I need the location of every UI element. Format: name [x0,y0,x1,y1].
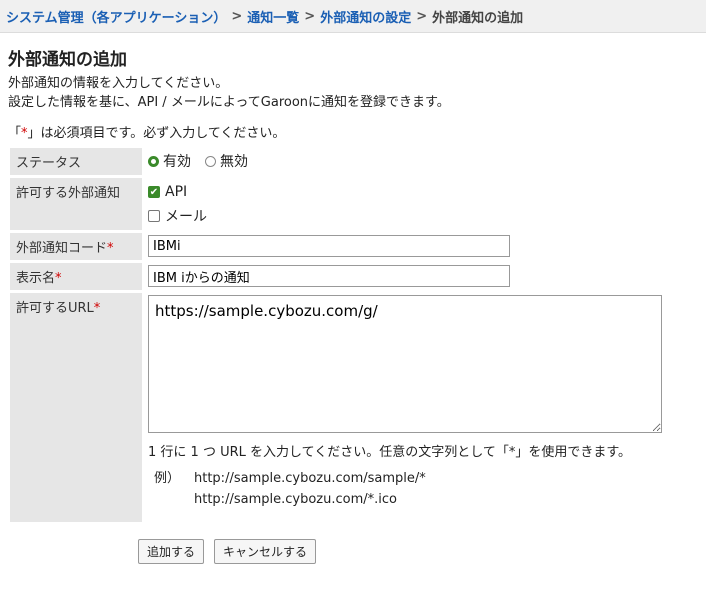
description-line-1: 外部通知の情報を入力してください。 [8,76,229,91]
add-button[interactable]: 追加する [138,539,205,564]
status-disabled-label[interactable]: 無効 [220,151,248,171]
allowed-api-option: ✔ API [148,180,662,204]
status-row: ステータス 有効 無効 [10,148,662,175]
example-url-1: http://sample.cybozu.com/sample/* [194,471,426,486]
api-checkbox[interactable]: ✔ [148,186,160,198]
required-note-prefix: 「 [8,126,22,141]
breadcrumb-separator: > [231,8,243,24]
required-note-suffix: 」は必須項目です。必ず入力してください。 [27,126,286,141]
display-name-row: 表示名* [10,263,662,290]
status-radio-group: 有効 無効 [148,150,662,172]
code-label-text: 外部通知コード [16,241,108,256]
notification-form: ステータス 有効 無効 許可する外部通知 ✔ API メール 外部通知コード* … [10,145,662,525]
required-mark: * [107,241,114,256]
url-row: 許可するURL* https://sample.cybozu.com/g/ 1 … [10,293,662,522]
breadcrumb: システム管理（各アプリケーション） > 通知一覧 > 外部通知の設定 > 外部通… [0,0,706,33]
status-enabled-radio[interactable] [148,155,159,167]
required-mark: * [55,271,62,286]
breadcrumb-current: 外部通知の追加 [432,10,524,26]
description-line-2: 設定した情報を基に、API / メールによってGaroonに通知を登録できます。 [8,95,450,110]
url-textarea[interactable]: https://sample.cybozu.com/g/ [148,295,662,433]
form-buttons: 追加する キャンセルする [138,539,698,564]
main-content: 外部通知の追加 外部通知の情報を入力してください。 設定した情報を基に、API … [0,45,706,564]
display-name-label: 表示名* [10,263,142,290]
status-disabled-radio[interactable] [205,155,216,167]
url-label-text: 許可するURL [16,301,94,316]
breadcrumb-link-system-admin[interactable]: システム管理（各アプリケーション） [6,7,226,26]
breadcrumb-link-external-settings[interactable]: 外部通知の設定 [320,7,411,26]
allowed-label: 許可する外部通知 [10,178,142,230]
required-mark: * [93,301,101,316]
breadcrumb-separator: > [304,8,316,24]
api-checkbox-label[interactable]: API [165,184,187,200]
examples-label: 例） [154,471,181,486]
code-label: 外部通知コード* [10,233,142,260]
display-name-input[interactable] [148,265,510,287]
required-note: 「*」は必須項目です。必ず入力してください。 [8,122,698,141]
url-label: 許可するURL* [10,293,142,522]
code-input[interactable] [148,235,510,257]
allowed-mail-option: メール [148,204,662,228]
mail-checkbox[interactable] [148,210,160,222]
url-hint: 1 行に 1 つ URL を入力してください。任意の文字列として「*」を使用でき… [148,445,632,460]
breadcrumb-link-notification-list[interactable]: 通知一覧 [247,7,299,26]
breadcrumb-separator: > [416,8,428,24]
url-examples: 例） http://sample.cybozu.com/sample/* htt… [148,468,662,510]
examples-list: http://sample.cybozu.com/sample/* http:/… [194,468,426,510]
status-enabled-label[interactable]: 有効 [163,151,191,171]
cancel-button[interactable]: キャンセルする [214,539,317,564]
mail-checkbox-label[interactable]: メール [165,206,207,226]
status-label: ステータス [10,148,142,175]
allowed-row: 許可する外部通知 ✔ API メール [10,178,662,230]
code-row: 外部通知コード* [10,233,662,260]
example-url-2: http://sample.cybozu.com/*.ico [194,492,397,507]
display-name-label-text: 表示名 [16,271,56,286]
page-title: 外部通知の追加 [8,50,127,70]
